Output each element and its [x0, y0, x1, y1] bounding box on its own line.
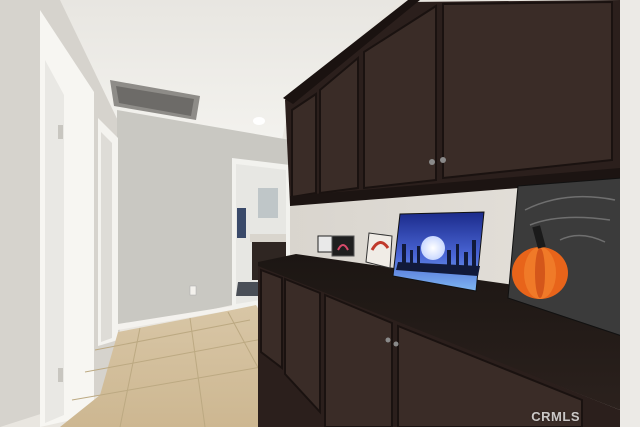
- right-wall-edge: [620, 0, 640, 427]
- upper-cabinet-door-4[interactable]: [442, 0, 613, 180]
- towel: [237, 208, 246, 238]
- hallway-photo: CRMLS: [0, 0, 640, 427]
- cabinet-knob: [429, 159, 435, 165]
- small-canvas-1: [317, 235, 333, 253]
- hallway-scene: [0, 0, 640, 427]
- painted-moon: [421, 236, 445, 260]
- watermark: CRMLS: [531, 409, 580, 424]
- door-hinge: [58, 125, 63, 139]
- upper-cabinet-door-1[interactable]: [291, 92, 317, 199]
- recessed-light: [253, 117, 265, 125]
- cabinet-knob: [440, 157, 446, 163]
- small-canvas-3: [365, 232, 393, 269]
- lower-cabinet-door-1[interactable]: [260, 268, 283, 371]
- wall-outlet: [189, 285, 197, 296]
- bathroom-mirror: [258, 188, 278, 218]
